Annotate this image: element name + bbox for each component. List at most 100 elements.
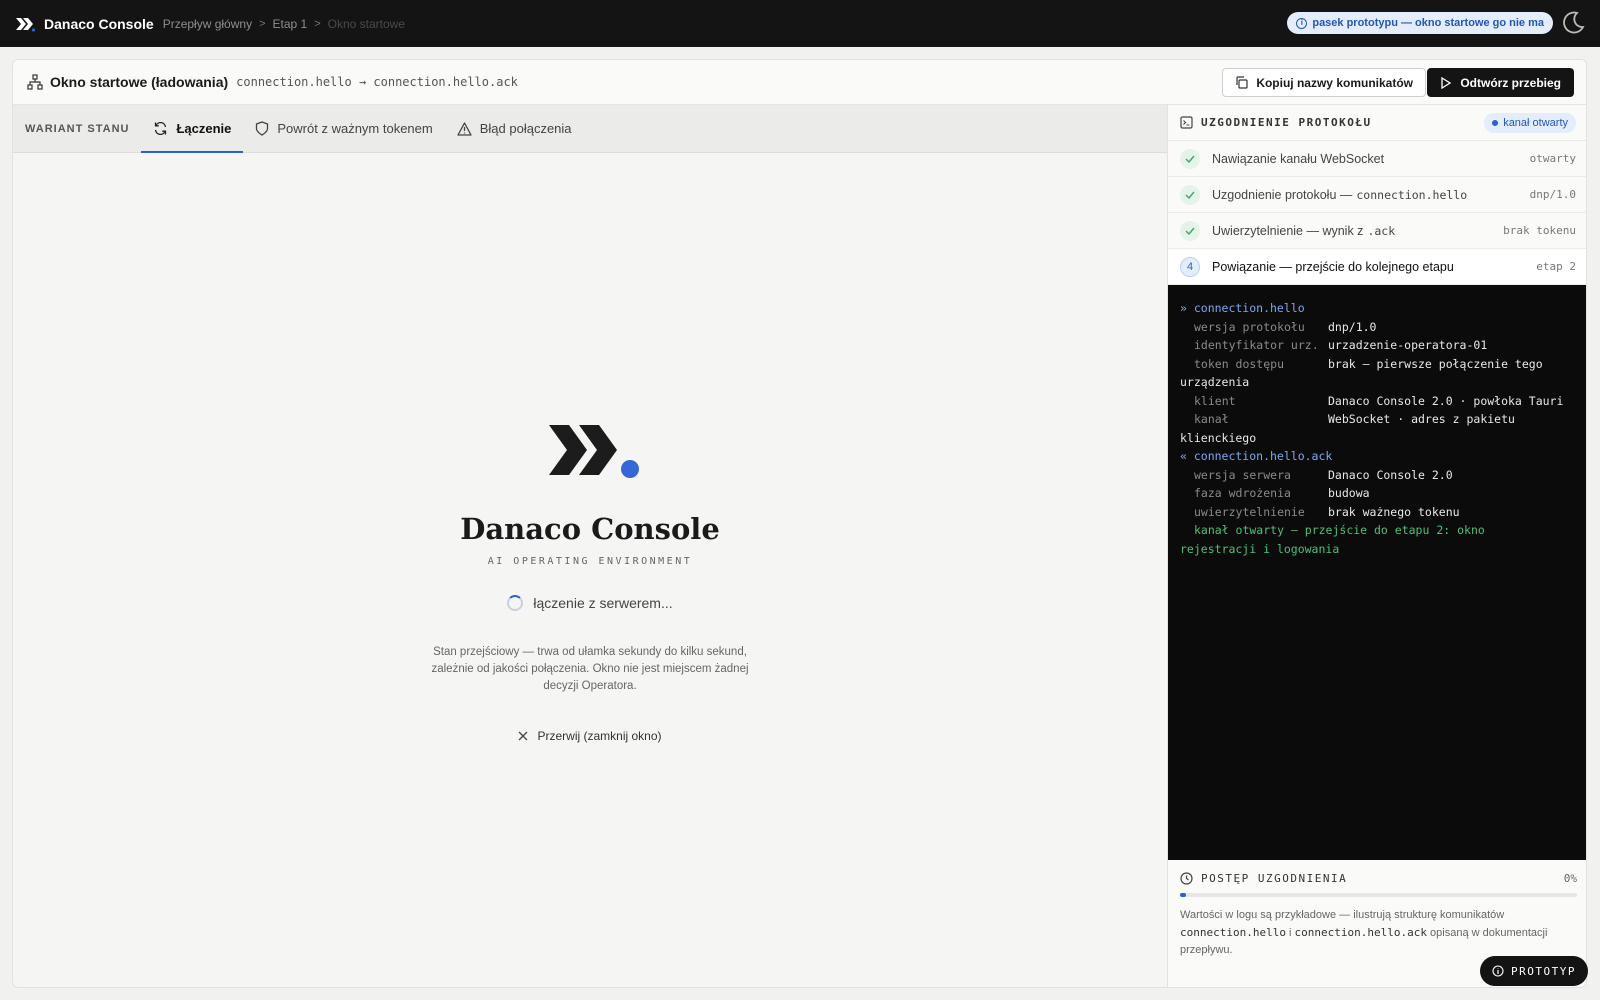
- progress-header: POSTĘP UZGODNIENIA 0%: [1180, 872, 1577, 885]
- copy-icon: [1236, 76, 1248, 89]
- info-text: i: [1285, 927, 1295, 939]
- page-title: Okno startowe (ładowania): [50, 74, 229, 90]
- message-flow-subtitle: connection.hello → connection.hello.ack: [236, 75, 518, 89]
- brand-logo-icon: [549, 425, 639, 478]
- log-row: identyfikator urz. urzadzenie-operatora-0…: [1180, 336, 1577, 355]
- top-bar: Danaco Console Przepływ główny > Etap 1 …: [0, 0, 1600, 47]
- card-header: Okno startowe (ładowania) connection.hel…: [13, 60, 1586, 105]
- step-label: Powiązanie — przejście do kolejnego etap…: [1212, 259, 1454, 274]
- protocol-step: Nawiązanie kanału WebSocket otwarty: [1168, 141, 1586, 177]
- close-icon: [519, 731, 528, 741]
- info-code: connection.hello: [1180, 926, 1286, 939]
- log-row: wersja serwera Danaco Console 2.0: [1180, 466, 1577, 485]
- log-row: kanał WebSocket · adres z pakietu: [1180, 410, 1577, 429]
- message-log: » connection.hello wersja protokołu dnp/1…: [1168, 285, 1586, 860]
- app-title: Danaco Console: [44, 15, 154, 32]
- copy-button-label: Kopiuj nazwy komunikatów: [1256, 75, 1413, 90]
- check-icon: [1180, 148, 1200, 169]
- flow-card: Okno startowe (ładowania) connection.hel…: [12, 59, 1587, 988]
- log-key: klient: [1194, 393, 1236, 408]
- log-key: wersja protokołu: [1194, 319, 1305, 334]
- step-code: connection.hello: [1356, 187, 1468, 202]
- log-value: brak ważnego tokenu: [1328, 504, 1460, 519]
- protocol-panel-header: UZGODNIENIE PROTOKOŁU kanał otwarty: [1168, 105, 1586, 141]
- refresh-icon: [155, 121, 167, 136]
- prototype-bar-badge: i pasek prototypu — okno startowe go nie…: [1287, 12, 1553, 34]
- tab-return-valid-token[interactable]: Powrót z ważnym tokenem: [243, 105, 444, 152]
- protocol-step: Uzgodnienie protokołu — connection.hello…: [1168, 177, 1586, 213]
- splash-preview: Danaco Console AI OPERATING ENVIRONMENT …: [13, 153, 1167, 987]
- step-label: Nawiązanie kanału WebSocket: [1212, 151, 1385, 166]
- tab-connecting[interactable]: Łączenie: [141, 105, 244, 153]
- abort-label: Przerwij (zamknij okno): [537, 729, 662, 743]
- log-final-line: kanał otwarty — przejście do etapu 2: ok…: [1194, 523, 1485, 537]
- transition-note: Stan przejściowy — trwa od ułamka sekund…: [431, 646, 749, 692]
- chevron-right-icon: >: [314, 17, 321, 30]
- sitemap-icon: [27, 74, 43, 90]
- prototype-button-label: PROTOTYP: [1511, 964, 1576, 978]
- tab-connection-error[interactable]: Błąd połączenia: [445, 105, 584, 152]
- prototype-button[interactable]: PROTOTYP: [1480, 956, 1588, 986]
- progress-bar-fill: [1180, 893, 1186, 897]
- log-value: urzadzenie-operatora-01: [1328, 338, 1488, 352]
- tab-label: Łączenie: [176, 121, 232, 136]
- step-tag: dnp/1.0: [1529, 188, 1576, 201]
- logo-icon: [16, 17, 35, 32]
- log-value: dnp/1.0: [1328, 319, 1377, 334]
- log-value: WebSocket · adres z pakietu: [1328, 412, 1515, 426]
- step-code: .ack: [1367, 223, 1396, 238]
- log-key: identyfikator urz.: [1194, 338, 1319, 352]
- step-tag: etap 2: [1536, 260, 1576, 273]
- log-row: faza wdrożenia budowa: [1180, 484, 1577, 503]
- log-value-wrap: klienckiego: [1180, 430, 1257, 445]
- info-icon: i: [1296, 17, 1308, 29]
- progress-info: Wartości w logu są przykładowe — ilustru…: [1180, 907, 1577, 959]
- progress-bar: [1180, 893, 1577, 897]
- check-icon: [1180, 184, 1200, 205]
- log-key: kanał: [1194, 412, 1229, 426]
- step-tag: brak tokenu: [1503, 224, 1576, 237]
- log-row: uwierzytelnienie brak ważnego tokenu: [1180, 503, 1577, 522]
- log-row: klient Danaco Console 2.0 · powłoka Tauri: [1180, 392, 1577, 411]
- prototype-bar-text: pasek prototypu — okno startowe go nie m…: [1312, 17, 1544, 29]
- log-value: Danaco Console 2.0: [1328, 467, 1453, 482]
- breadcrumb-item[interactable]: Przepływ główny: [163, 17, 252, 31]
- protocol-step-current: 4 Powiązanie — przejście do kolejnego et…: [1168, 249, 1586, 285]
- terminal-icon: [1180, 116, 1193, 129]
- log-value: Danaco Console 2.0 · powłoka Tauri: [1328, 393, 1564, 408]
- chevron-right-icon: >: [259, 17, 266, 30]
- moon-icon[interactable]: [1560, 10, 1586, 36]
- step-label: Uzgodnienie protokołu —: [1212, 187, 1353, 202]
- clock-icon: [1180, 872, 1193, 885]
- info-icon: [1492, 965, 1504, 977]
- protocol-panel-title: UZGODNIENIE PROTOKOŁU: [1201, 116, 1372, 129]
- status-dot-icon: [1492, 120, 1499, 126]
- progress-title: POSTĘP UZGODNIENIA: [1201, 872, 1348, 885]
- log-row: wersja protokołu dnp/1.0: [1180, 318, 1577, 337]
- log-row: token dostępu brak — pierwsze połączenie …: [1180, 355, 1577, 374]
- log-hello-head: » connection.hello: [1180, 301, 1305, 315]
- preview-area: WARIANT STANU Łączenie Powrót z ważnym t…: [13, 105, 1167, 987]
- play-icon: [1441, 76, 1452, 89]
- protocol-panel: UZGODNIENIE PROTOKOŁU kanał otwarty Nawi…: [1167, 105, 1586, 987]
- tabs-label: WARIANT STANU: [25, 122, 130, 135]
- abort-button[interactable]: Przerwij (zamknij okno): [13, 729, 1167, 743]
- info-code: connection.hello.ack: [1294, 926, 1427, 939]
- log-ack-head: « connection.hello.ack: [1180, 449, 1333, 463]
- breadcrumb: Przepływ główny > Etap 1 > Okno startowe: [163, 17, 405, 31]
- log-key: token dostępu: [1194, 356, 1285, 371]
- log-key: faza wdrożenia: [1194, 486, 1291, 500]
- brand-tagline: AI OPERATING ENVIRONMENT: [487, 556, 693, 567]
- replay-button[interactable]: Odtwórz przebieg: [1427, 68, 1574, 97]
- log-key: wersja serwera: [1194, 467, 1291, 482]
- copy-message-names-button[interactable]: Kopiuj nazwy komunikatów: [1222, 68, 1426, 97]
- breadcrumb-item-current: Okno startowe: [327, 16, 406, 31]
- log-value: budowa: [1328, 486, 1370, 500]
- connection-status: łączenie z serwerem...: [13, 595, 1167, 611]
- check-icon: [1180, 220, 1200, 241]
- spinner-icon: [507, 595, 524, 611]
- progress-percent: 0%: [1563, 872, 1577, 885]
- log-value-wrap: urządzenia: [1180, 375, 1250, 389]
- breadcrumb-item[interactable]: Etap 1: [273, 17, 308, 31]
- step-label: Uwierzytelnienie — wynik z: [1212, 223, 1364, 238]
